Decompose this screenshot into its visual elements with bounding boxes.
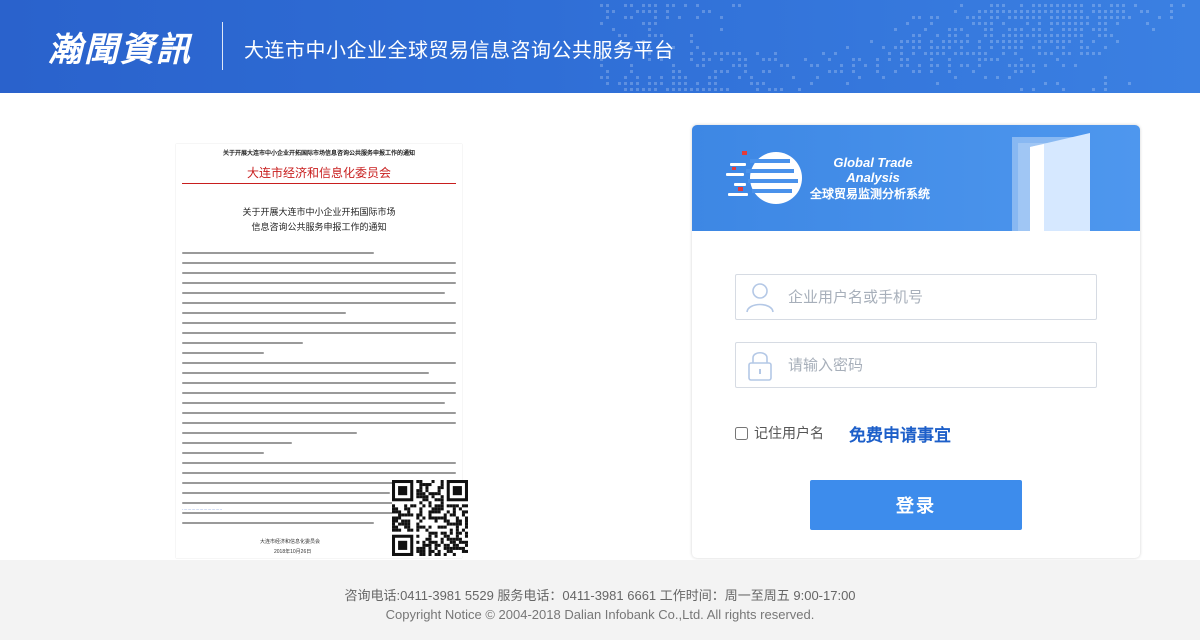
notice-text-line (182, 492, 391, 494)
banner-title-en-line-2: Analysis (846, 170, 900, 185)
notice-text-line (182, 322, 456, 324)
door-icon (1012, 133, 1090, 231)
globe-logo-icon (726, 151, 802, 204)
user-icon (746, 283, 774, 313)
notice-attachment-link: ⋯⋯⋯⋯⋯⋯⋯⋯⋯⋯ (182, 507, 222, 512)
notice-text-line (182, 432, 358, 434)
notice-sign-date: 2018年10月26日 (274, 549, 312, 555)
notice-text-line (182, 452, 265, 454)
brand-logo: 瀚聞資訊 (48, 30, 192, 70)
password-field (735, 342, 1097, 388)
remember-checkbox[interactable] (735, 426, 748, 440)
notice-heading: 关于开展大连市中小企业开拓国际市场 信息咨询公共服务申报工作的通知 (176, 206, 462, 236)
gta-banner: Global Trade Analysis 全球贸易监测分析系统 (692, 125, 1140, 231)
notice-text-line (182, 312, 347, 314)
notice-text-line (182, 272, 456, 274)
free-application-link[interactable]: 免费申请事宜 (849, 421, 951, 446)
notice-text-line (182, 522, 374, 524)
notice-text-line (182, 342, 303, 344)
notice-top-title: 关于开展大连市中小企业开拓国际市场信息咨询公共服务申报工作的通知 (222, 151, 415, 157)
platform-title: 大连市中小企业全球贸易信息咨询公共服务平台 (244, 40, 675, 62)
notice-text-line (182, 382, 456, 384)
password-input[interactable] (788, 351, 1088, 379)
site-footer: 咨询电话:0411-3981 5529 服务电话：0411-3981 6661 … (0, 560, 1200, 640)
username-input[interactable] (788, 283, 1088, 311)
lock-icon (748, 351, 772, 381)
notice-text-line (182, 292, 446, 294)
notice-text-line (182, 352, 265, 354)
qr-code-icon (392, 480, 468, 556)
notice-issuer: 大连市经济和信息化委员会 (246, 166, 391, 180)
notice-text-line (182, 362, 456, 364)
login-panel: Global Trade Analysis 全球贸易监测分析系统 记住用户名 免… (692, 125, 1140, 558)
notice-heading-line-2: 信息咨询公共服务申报工作的通知 (251, 223, 387, 233)
notice-text-line (182, 412, 456, 414)
footer-contact: 咨询电话:0411-3981 5529 服务电话：0411-3981 6661 … (344, 588, 856, 603)
login-button[interactable]: 登录 (810, 480, 1022, 530)
notice-text-line (182, 422, 456, 424)
remember-username[interactable]: 记住用户名 (735, 423, 824, 443)
notice-subline: · · · · · · · · · · · · · · · · · · · · (295, 157, 343, 162)
notice-text-line (182, 392, 456, 394)
notice-text-line (182, 472, 456, 474)
banner-title-cn: 全球贸易监测分析系统 (810, 187, 931, 201)
header-divider (222, 22, 223, 70)
remember-label: 记住用户名 (754, 425, 824, 441)
banner-title-en: Global Trade Analysis (828, 155, 918, 185)
notice-text-line (182, 462, 456, 464)
notice-text-line (182, 302, 456, 304)
notice-sign-org: 大连市经济和信息化委员会 (260, 539, 321, 545)
notice-text-line (182, 402, 446, 404)
notice-text-line (182, 442, 292, 444)
site-header: 瀚聞資訊 大连市中小企业全球贸易信息咨询公共服务平台 (0, 0, 1200, 93)
notice-text-line (182, 262, 456, 264)
notice-red-rule (182, 183, 456, 184)
footer-copyright: Copyright Notice © 2004-2018 Dalian Info… (385, 607, 815, 622)
notice-text-line (182, 372, 429, 374)
notice-heading-line-1: 关于开展大连市中小企业开拓国际市场 (242, 208, 396, 218)
notice-text-line (182, 332, 456, 334)
username-field (735, 274, 1097, 320)
notice-text-line (182, 252, 374, 254)
banner-title-en-line-1: Global Trade (833, 155, 913, 170)
notice-text-line (182, 282, 456, 284)
